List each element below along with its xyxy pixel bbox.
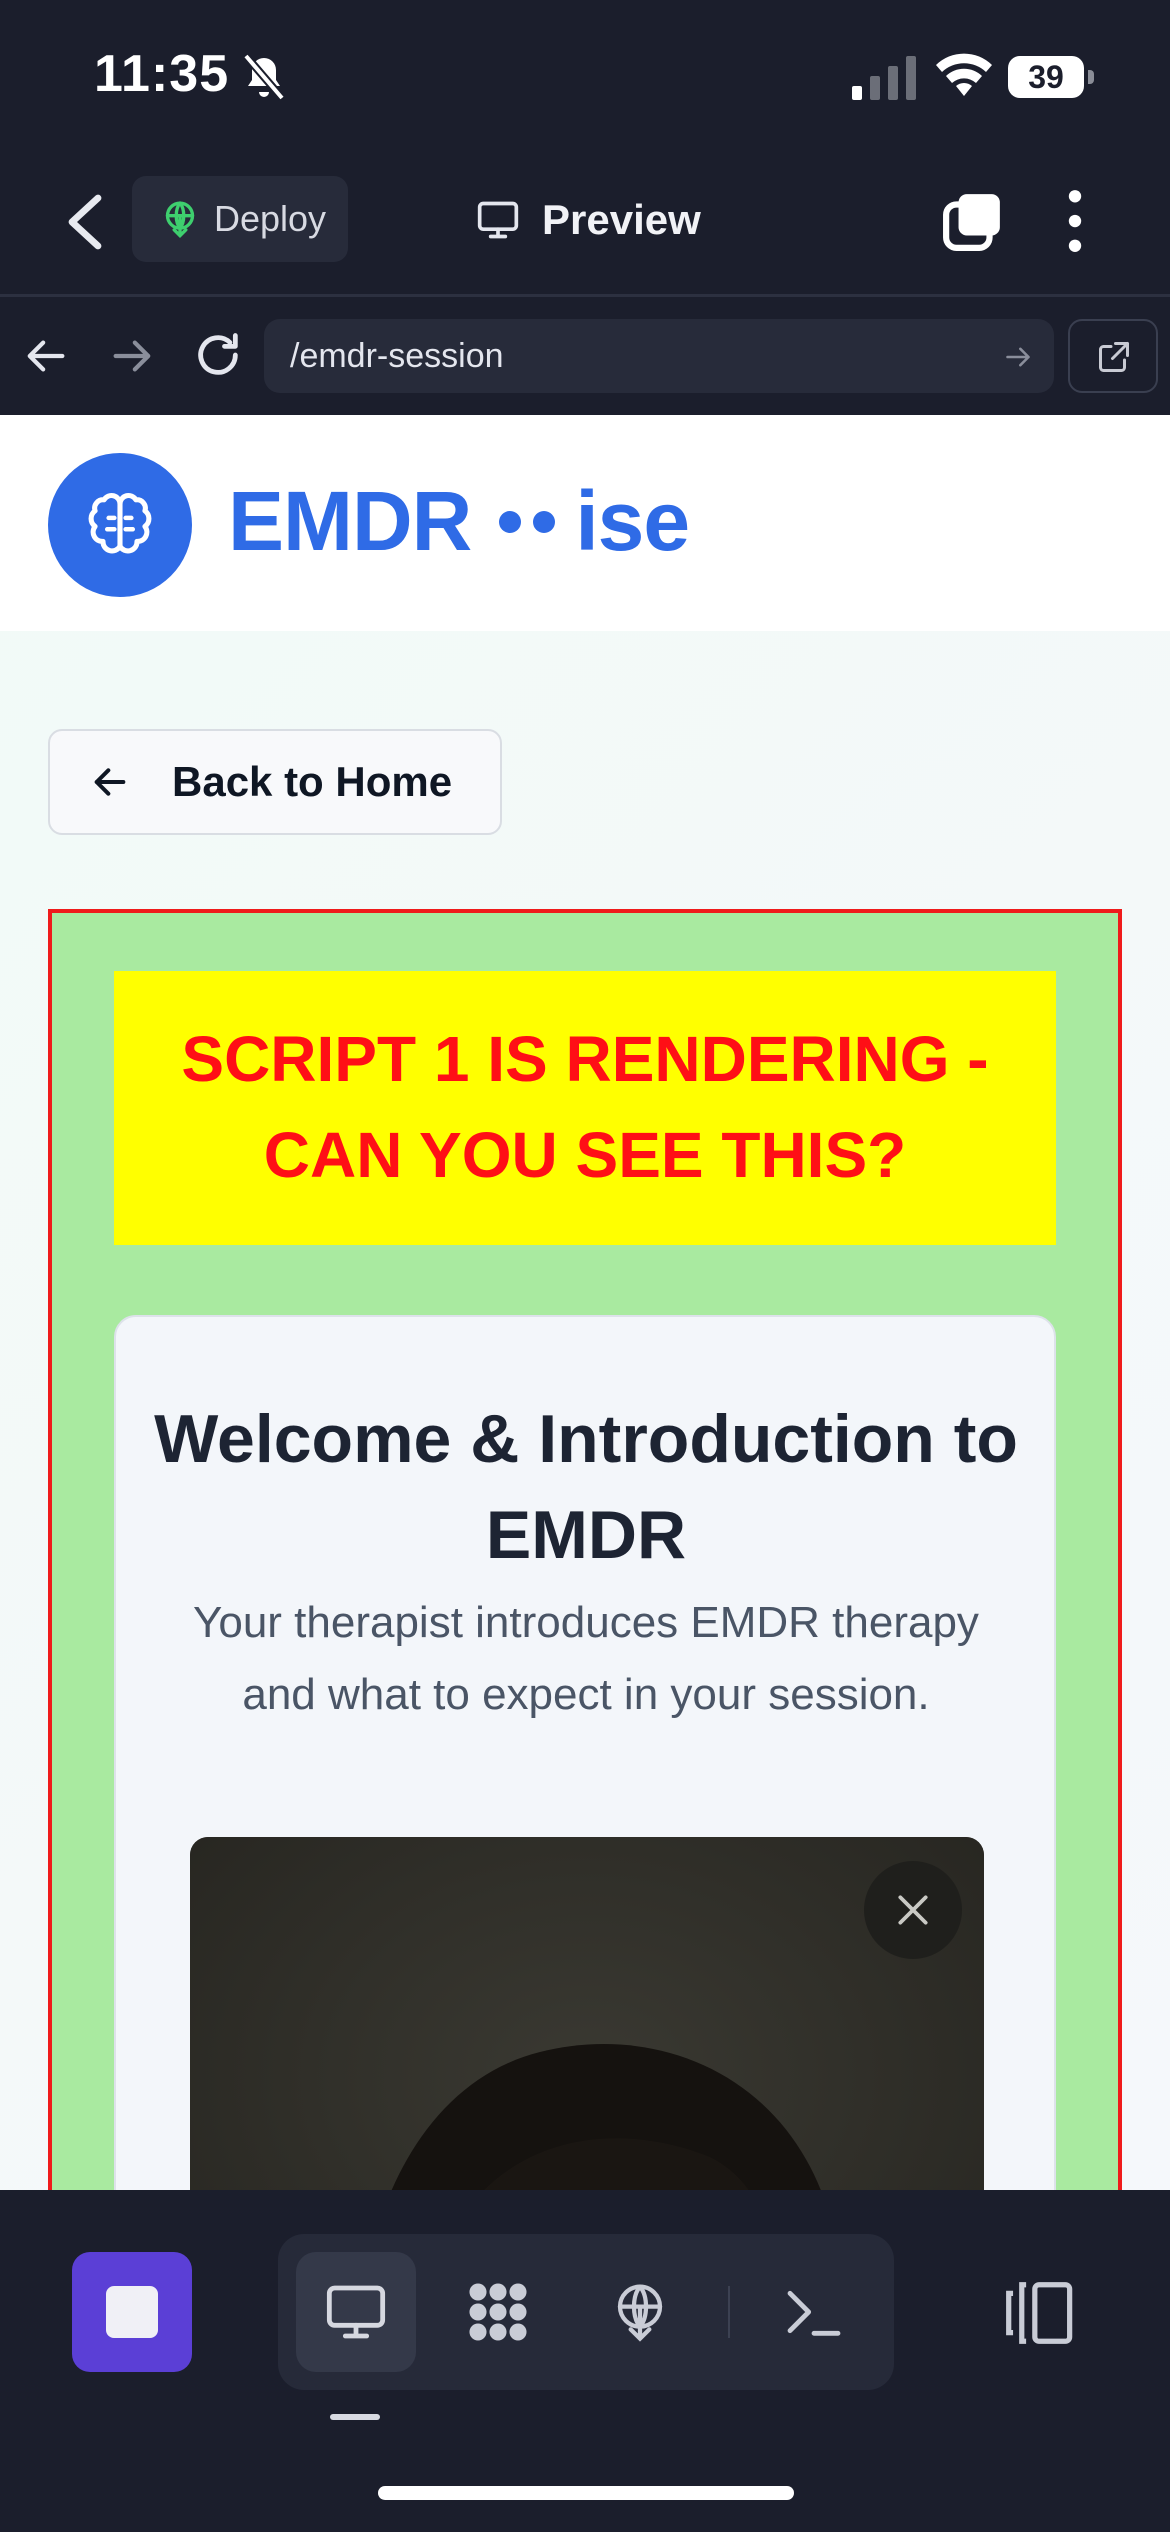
browser-bar: /emdr-session: [0, 297, 1170, 415]
debug-banner: SCRIPT 1 IS RENDERING - CAN YOU SEE THIS…: [114, 971, 1056, 1245]
deploy-icon: [165, 201, 195, 239]
active-tool-indicator: [330, 2414, 380, 2420]
monitor-icon: [477, 201, 519, 239]
brand-dots: [499, 510, 556, 533]
stop-button[interactable]: [72, 2252, 192, 2372]
url-input[interactable]: /emdr-session: [264, 319, 1054, 393]
therapist-video[interactable]: [190, 1837, 984, 2190]
preview-tool-button[interactable]: [296, 2252, 416, 2372]
status-bar: 11:35 39: [0, 0, 1170, 160]
back-to-home-button[interactable]: Back to Home: [48, 729, 502, 835]
stop-icon: [106, 2286, 158, 2338]
back-to-home-label: Back to Home: [172, 758, 453, 805]
deploy-label: Deploy: [214, 198, 327, 239]
bell-slash-icon: [242, 53, 286, 101]
deploy-tool-button[interactable]: [580, 2252, 700, 2372]
tabs-icon[interactable]: [942, 190, 1004, 252]
brand-name[interactable]: EMDR ise: [228, 473, 690, 570]
open-external-button[interactable]: [1068, 319, 1158, 393]
session-card: Welcome & Introduction to EMDR Your ther…: [114, 1315, 1056, 2190]
tool-group: [278, 2234, 894, 2390]
site-header: EMDR ise: [0, 415, 1170, 631]
terminal-icon: [787, 2290, 841, 2336]
reload-icon[interactable]: [192, 329, 244, 381]
app-header: Deploy Preview: [0, 160, 1170, 294]
more-vertical-icon[interactable]: [1060, 188, 1090, 254]
deploy-button[interactable]: Deploy: [132, 176, 348, 262]
brand-right: ise: [575, 474, 690, 568]
grid-icon: [469, 2283, 527, 2341]
chevron-left-icon[interactable]: [62, 192, 106, 252]
layout-icon[interactable]: [1000, 2280, 1074, 2346]
go-arrow-icon[interactable]: [1004, 343, 1032, 371]
terminal-tool-button[interactable]: [754, 2252, 874, 2372]
debug-container: SCRIPT 1 IS RENDERING - CAN YOU SEE THIS…: [48, 909, 1122, 2190]
card-description: Your therapist introduces EMDR therapy a…: [193, 1598, 979, 1719]
site-logo[interactable]: [48, 453, 192, 597]
cellular-signal-icon: [852, 56, 916, 100]
web-page: EMDR ise Back to Home SCRIPT 1 IS RENDER…: [0, 415, 1170, 2190]
bottom-toolbar: [0, 2190, 1170, 2532]
preview-label: Preview: [542, 196, 701, 243]
close-icon: [898, 1895, 928, 1925]
close-video-button[interactable]: [864, 1861, 962, 1959]
card-title: Welcome & Introduction to EMDR: [154, 1401, 1018, 1573]
brand-left: EMDR: [228, 474, 472, 568]
battery-icon: 39: [1008, 56, 1094, 98]
wifi-icon: [936, 53, 992, 96]
workspace-tool-button[interactable]: [438, 2252, 558, 2372]
open-external-icon: [1099, 342, 1129, 372]
arrow-left-icon[interactable]: [24, 333, 70, 379]
url-text: /emdr-session: [290, 337, 504, 375]
deploy-icon: [617, 2284, 663, 2342]
arrow-left-icon: [94, 768, 126, 796]
toolbar-divider: [728, 2286, 730, 2338]
preview-title: Preview: [476, 190, 701, 250]
battery-level: 39: [1008, 56, 1084, 98]
monitor-icon: [326, 2285, 386, 2339]
therapist-portrait: [190, 1837, 984, 2190]
home-indicator: [378, 2486, 794, 2500]
arrow-right-icon[interactable]: [108, 333, 154, 379]
brain-icon: [88, 492, 152, 554]
status-time: 11:35: [94, 45, 230, 103]
